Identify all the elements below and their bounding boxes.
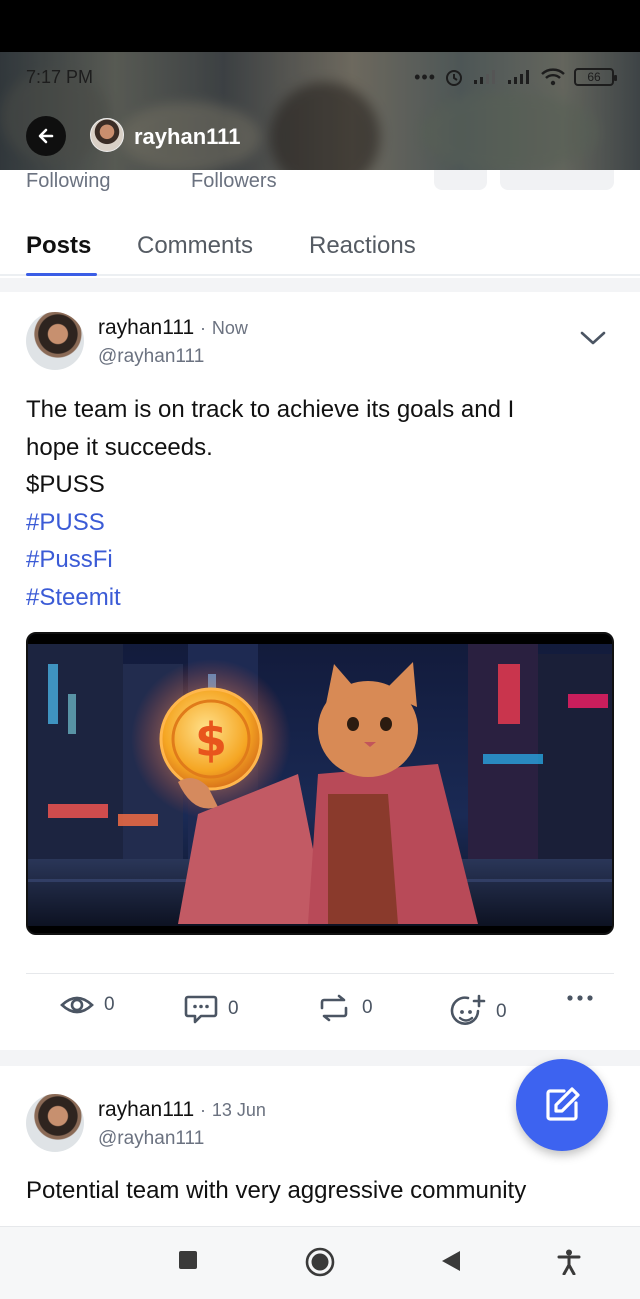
comment-icon [184,995,218,1024]
post-body: The team is on track to achieve its goal… [26,391,614,616]
hashtag-link[interactable]: #Steemit [26,579,614,617]
hashtag-link[interactable]: #PussFi [26,541,614,579]
more-horizontal-icon [567,995,593,1001]
alarm-icon [446,70,462,86]
header-username: rayhan111 [134,124,241,149]
compose-button[interactable] [516,1059,608,1151]
feed-separator [0,278,640,292]
post-text-line: The team is on track to achieve its goal… [26,396,515,423]
following-label[interactable]: Following [26,170,110,193]
tab-comments[interactable]: Comments [137,232,253,260]
header-avatar [90,118,124,152]
post-author[interactable]: rayhan111 [98,1098,194,1121]
post-image[interactable]: $ [26,632,614,935]
profile-tabs: Posts Comments Reactions [0,220,640,276]
post-handle: @rayhan111 [98,1128,205,1149]
post-author-line: rayhan111 · 13 Jun [98,1098,266,1122]
recents-square-icon[interactable] [177,1249,199,1271]
add-reaction-icon [450,994,486,1025]
signal-icon-2 [508,70,529,84]
post-time: 13 Jun [211,1100,266,1120]
post-text-line: Potential team with very aggressive comm… [26,1177,527,1204]
more-options-button[interactable] [566,994,594,1002]
post-author-line: rayhan111 · Now [98,316,248,340]
repost-button[interactable]: 0 [316,994,373,1022]
post-time: Now [211,318,248,338]
accessibility-icon[interactable] [557,1249,581,1275]
battery-level: 66 [587,70,601,84]
views-button[interactable]: 0 [60,994,115,1016]
home-circle-icon[interactable] [305,1247,335,1277]
cat-coin-illustration: $ [28,634,612,933]
repost-count: 0 [362,997,373,1018]
comment-button[interactable]: 0 [184,994,239,1024]
repost-icon [320,994,348,1022]
profile-stats-row: Following Followers [0,170,640,196]
battery-icon: 66 [574,68,617,86]
profile-action-button[interactable] [434,170,487,190]
profile-header-banner: 7:17 PM ••• 66 rayhan111 [0,52,640,170]
post-text-line: $PUSS [26,471,105,498]
edit-profile-button[interactable] [500,170,614,190]
system-top-strip [0,0,640,52]
back-triangle-icon[interactable] [440,1249,462,1273]
post-actions: 0 0 0 0 [0,994,640,1034]
active-tab-indicator [26,273,97,276]
post-separator: · [199,1100,206,1120]
signal-icon [474,70,495,84]
svg-text:$: $ [195,713,227,767]
arrow-left-icon [38,128,54,144]
followers-label[interactable]: Followers [191,170,277,193]
edit-icon [546,1087,580,1121]
post-divider [26,973,614,974]
tab-reactions[interactable]: Reactions [309,232,416,260]
status-time: 7:17 PM [26,66,94,87]
views-count: 0 [104,994,115,1015]
back-button[interactable] [26,116,66,156]
tab-posts[interactable]: Posts [26,232,91,260]
status-icons: ••• 66 [414,66,617,88]
wifi-icon [541,68,565,86]
post-author[interactable]: rayhan111 [98,316,194,339]
reaction-count: 0 [496,1001,507,1022]
hashtag-link[interactable]: #PUSS [26,504,614,542]
post-separator: · [199,318,206,338]
avatar[interactable] [26,1094,84,1152]
post-body: Potential team with very aggressive comm… [26,1172,614,1210]
comment-count: 0 [228,998,239,1019]
status-bar: 7:17 PM ••• 66 [26,66,617,88]
more-dots-icon: ••• [414,66,436,87]
chevron-down-icon[interactable] [580,330,606,346]
eye-icon [60,996,94,1014]
post-handle: @rayhan111 [98,346,205,367]
post-text-line: hope it succeeds. [26,433,213,461]
reaction-button[interactable]: 0 [450,994,507,1030]
avatar[interactable] [26,312,84,370]
system-nav-bar [0,1226,640,1299]
